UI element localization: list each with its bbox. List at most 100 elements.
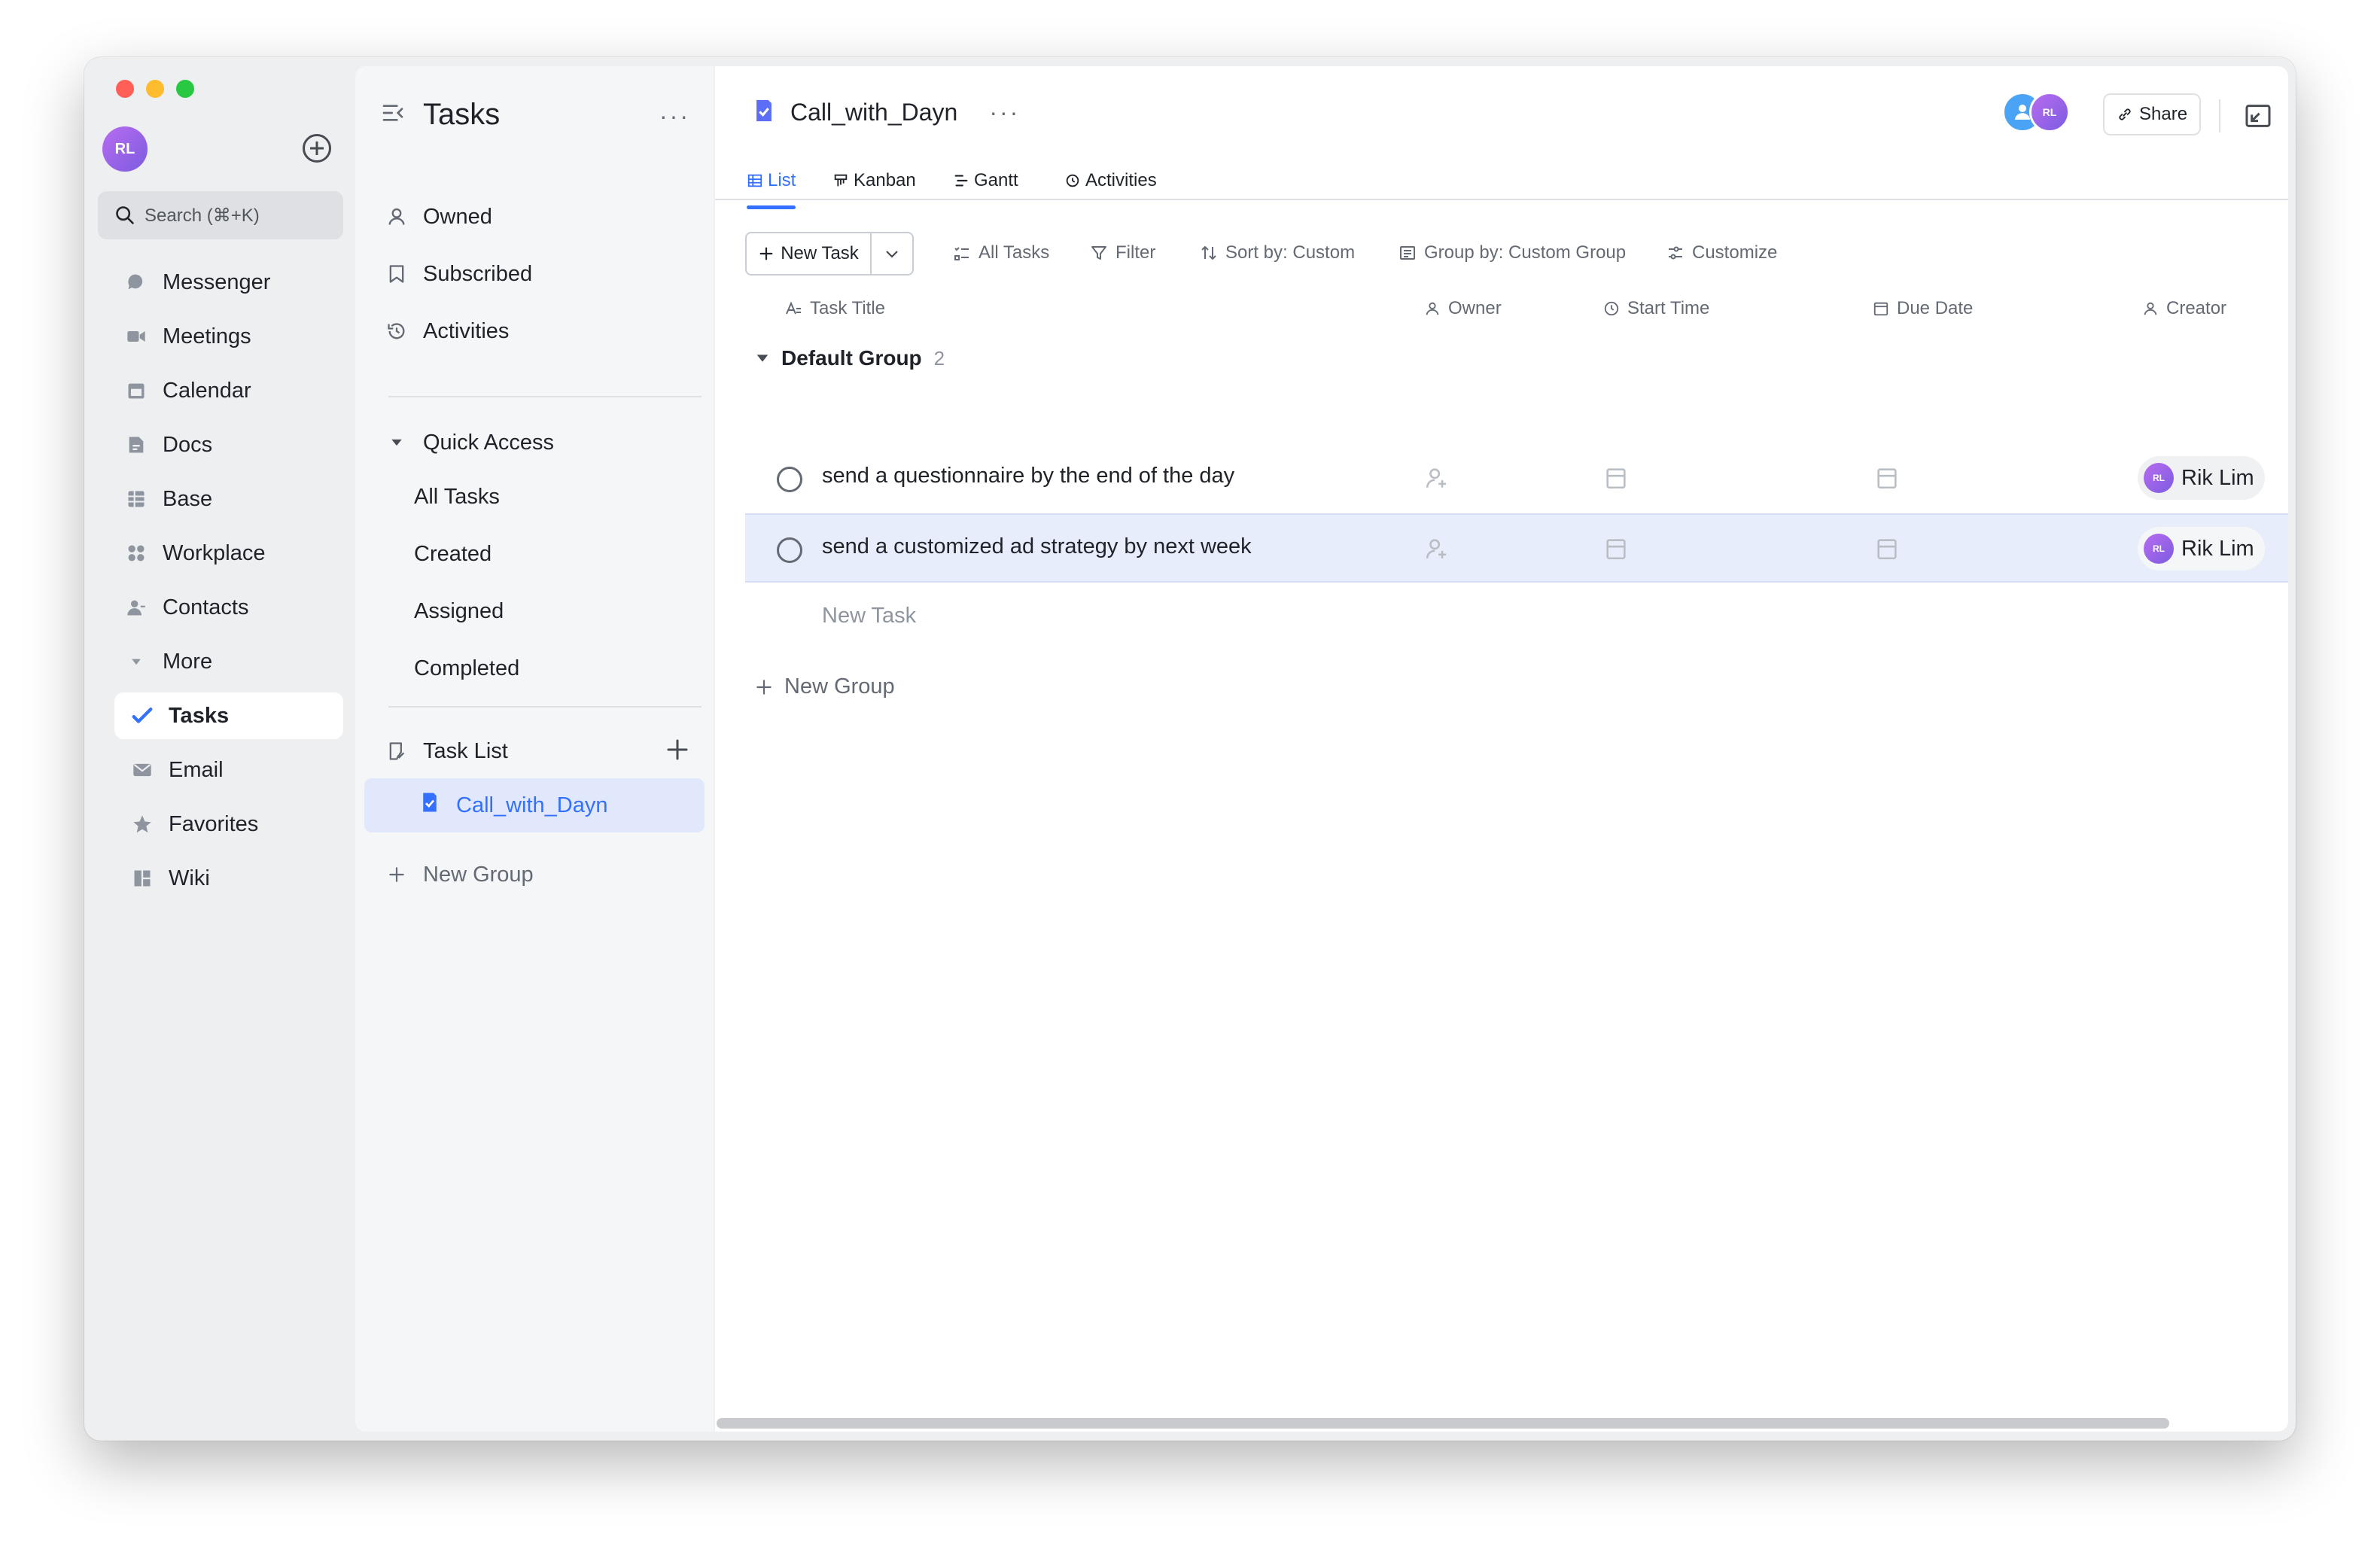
- group-by-button[interactable]: Group by: Custom Group: [1398, 232, 1626, 274]
- sort-button[interactable]: Sort by: Custom: [1200, 232, 1355, 274]
- complete-checkbox[interactable]: [777, 537, 802, 563]
- table-row[interactable]: send a questionnaire by the end of the d…: [745, 444, 2288, 513]
- user-avatar[interactable]: RL: [102, 126, 148, 172]
- creator-chip[interactable]: RL Rik Lim: [2138, 527, 2265, 571]
- group-icon: [1400, 246, 1415, 260]
- sidebar-item-label: Base: [163, 486, 213, 511]
- add-owner-icon[interactable]: [1424, 536, 1450, 565]
- sidebar-item-base[interactable]: Base: [98, 476, 343, 522]
- tab-gantt[interactable]: Gantt: [953, 161, 1018, 200]
- sidebar-item-tasks[interactable]: Tasks: [114, 692, 343, 739]
- more-options-icon[interactable]: ···: [659, 102, 690, 130]
- shrink-window-icon[interactable]: [2243, 101, 2273, 135]
- text-icon: [786, 301, 801, 315]
- due-date-icon[interactable]: [1874, 536, 1900, 565]
- creator-chip[interactable]: RL Rik Lim: [2138, 456, 2265, 500]
- task-title[interactable]: send a questionnaire by the end of the d…: [822, 464, 1234, 488]
- collapse-sidebar-icon[interactable]: [381, 101, 405, 129]
- column-owner[interactable]: Owner: [1424, 294, 1502, 324]
- tasks-panel-header: Tasks: [381, 98, 500, 132]
- sidebar-item-workplace[interactable]: Workplace: [98, 530, 343, 577]
- more-options-icon[interactable]: ···: [989, 99, 1020, 126]
- new-task-dropdown[interactable]: [872, 233, 912, 274]
- base-icon: [125, 488, 148, 510]
- new-group-button[interactable]: New Group: [754, 674, 895, 699]
- table-row[interactable]: send a customized ad strategy by next we…: [745, 513, 2288, 583]
- settings-sliders-icon: [1669, 246, 1682, 260]
- group-header[interactable]: Default Group 2: [754, 346, 945, 370]
- tasks-item-activities[interactable]: Activities: [364, 306, 705, 357]
- column-label: Start Time: [1627, 298, 1710, 318]
- due-date-icon[interactable]: [1874, 465, 1900, 495]
- email-icon: [131, 759, 154, 781]
- tasks-item-label: Activities: [423, 318, 510, 343]
- tab-kanban[interactable]: Kanban: [832, 161, 916, 200]
- quick-access-item-label: All Tasks: [414, 484, 500, 509]
- customize-button[interactable]: Customize: [1666, 232, 1777, 274]
- complete-checkbox[interactable]: [777, 467, 802, 492]
- sidebar-item-email[interactable]: Email: [114, 747, 343, 793]
- search-icon: [116, 206, 134, 224]
- sidebar-item-label: Calendar: [163, 378, 251, 403]
- column-due-date[interactable]: Due Date: [1873, 294, 1973, 324]
- bookmark-icon: [385, 263, 408, 285]
- group-by-label: Group by: Custom Group: [1424, 242, 1627, 263]
- search-placeholder: Search (⌘+K): [145, 205, 260, 226]
- search-input[interactable]: Search (⌘+K): [98, 191, 343, 239]
- task-list-call-with-dayn[interactable]: Call_with_Dayn: [364, 778, 705, 832]
- quick-access-completed[interactable]: Completed: [364, 643, 705, 694]
- column-task-title[interactable]: Task Title: [784, 294, 885, 324]
- new-task-split-button: New Task: [745, 232, 914, 275]
- minimize-window-button[interactable]: [146, 80, 164, 98]
- column-start-time[interactable]: Start Time: [1603, 294, 1709, 324]
- sidebar-item-meetings[interactable]: Meetings: [98, 313, 343, 360]
- share-button[interactable]: Share: [2103, 93, 2202, 135]
- task-title[interactable]: send a customized ad strategy by next we…: [822, 534, 1252, 559]
- sidebar-item-calendar[interactable]: Calendar: [98, 367, 343, 414]
- start-time-icon[interactable]: [1603, 536, 1629, 565]
- column-creator[interactable]: Creator: [2142, 294, 2226, 324]
- quick-access-label: Quick Access: [423, 430, 555, 455]
- new-task-input[interactable]: New Task: [822, 604, 916, 628]
- quick-access-item-label: Created: [414, 541, 492, 566]
- sidebar-item-more[interactable]: More: [98, 638, 343, 685]
- kanban-icon: [834, 174, 848, 187]
- creator-name: Rik Lim: [2181, 465, 2254, 490]
- horizontal-scrollbar[interactable]: [717, 1418, 2169, 1429]
- header-divider: [2219, 99, 2220, 132]
- close-window-button[interactable]: [116, 80, 134, 98]
- task-list-header[interactable]: Task List: [364, 726, 705, 777]
- sidebar-item-docs[interactable]: Docs: [98, 421, 343, 468]
- add-owner-icon[interactable]: [1424, 465, 1450, 495]
- sidebar-item-label: Tasks: [169, 703, 230, 728]
- tab-label: List: [768, 170, 796, 190]
- add-task-list-icon[interactable]: [664, 736, 691, 767]
- task-list-item-label: Call_with_Dayn: [456, 793, 608, 817]
- tasks-item-subscribed[interactable]: Subscribed: [364, 248, 705, 300]
- quick-access-all-tasks[interactable]: All Tasks: [364, 471, 705, 522]
- new-task-button[interactable]: New Task: [747, 233, 872, 274]
- tab-activities[interactable]: Activities: [1064, 161, 1157, 200]
- quick-access-toggle[interactable]: Quick Access: [364, 417, 705, 468]
- star-icon: [131, 813, 154, 835]
- sidebar-item-contacts[interactable]: Contacts: [98, 584, 343, 631]
- filter-button[interactable]: Filter: [1090, 232, 1155, 274]
- tasks-item-owned[interactable]: Owned: [364, 191, 705, 242]
- sidebar-item-label: Contacts: [163, 595, 249, 619]
- quick-access-created[interactable]: Created: [364, 528, 705, 580]
- sidebar-item-messenger[interactable]: Messenger: [98, 259, 343, 306]
- sidebar-item-favorites[interactable]: Favorites: [114, 801, 343, 848]
- new-group-button[interactable]: New Group: [364, 849, 705, 900]
- sidebar-item-wiki[interactable]: Wiki: [114, 855, 343, 902]
- collaborators[interactable]: RL: [2002, 92, 2071, 135]
- add-circle-icon[interactable]: [303, 134, 331, 163]
- quick-access-assigned[interactable]: Assigned: [364, 586, 705, 637]
- maximize-window-button[interactable]: [176, 80, 194, 98]
- start-time-icon[interactable]: [1603, 465, 1629, 495]
- tab-label: Kanban: [854, 170, 916, 190]
- tab-list[interactable]: List: [747, 161, 796, 209]
- sidebar-item-label: Wiki: [169, 866, 210, 890]
- user-icon: [1426, 302, 1439, 315]
- all-tasks-filter[interactable]: All Tasks: [953, 232, 1049, 274]
- all-tasks-label: All Tasks: [978, 242, 1050, 263]
